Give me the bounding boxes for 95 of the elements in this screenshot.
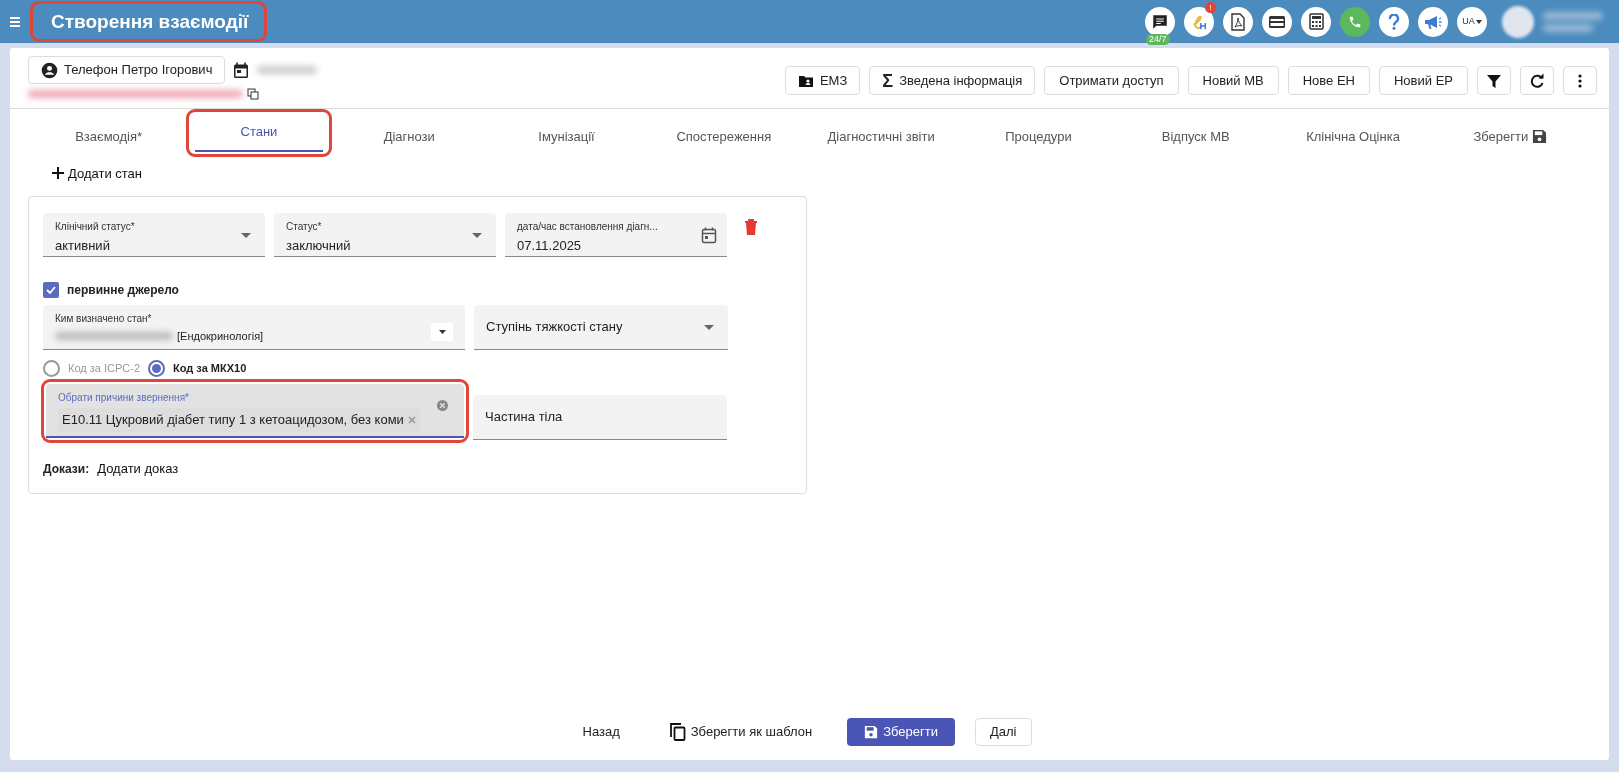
- pdf-button[interactable]: [1223, 6, 1253, 37]
- calculator-button[interactable]: [1301, 6, 1331, 37]
- field-label: Обрати причини звернення*: [58, 391, 190, 405]
- field-value: 07.11.2025: [517, 237, 583, 255]
- dropdown-button[interactable]: [431, 323, 453, 341]
- add-evidence-link[interactable]: Додати доказ: [97, 459, 179, 479]
- tab[interactable]: Взаємодія*: [44, 117, 173, 157]
- field-value: активний: [55, 237, 111, 255]
- clear-icon[interactable]: [437, 400, 448, 411]
- toolbar-button[interactable]: Нове ЕН: [1287, 66, 1370, 95]
- pdf-file-icon: [1230, 12, 1246, 31]
- calendar-icon: [233, 61, 250, 79]
- check-icon: [46, 286, 56, 294]
- add-condition-button[interactable]: Додати стан: [46, 162, 148, 184]
- refresh-button[interactable]: [1520, 66, 1554, 95]
- save-template-button[interactable]: Зберегти як шаблон: [654, 718, 828, 746]
- back-button[interactable]: Назад: [567, 718, 635, 746]
- next-button[interactable]: Далі: [975, 718, 1032, 746]
- tab[interactable]: Зберегти: [1446, 117, 1575, 157]
- filter-button[interactable]: [1477, 66, 1511, 95]
- avatar[interactable]: [1502, 5, 1534, 38]
- calendar-icon: [701, 226, 717, 244]
- checkbox-label: первинне джерело: [67, 282, 179, 299]
- field-label: Статус*: [286, 220, 323, 234]
- calculator-icon: [1308, 13, 1324, 30]
- save-icon: [1532, 129, 1548, 145]
- caret-icon: [438, 330, 446, 334]
- body-site-field[interactable]: Частина тіла: [473, 395, 727, 440]
- menu-icon[interactable]: [8, 14, 22, 29]
- person-icon: [41, 61, 58, 79]
- phone-icon: [1348, 14, 1362, 29]
- save-icon: [864, 725, 879, 739]
- tab[interactable]: Відпуск МВ: [1131, 117, 1260, 157]
- megaphone-icon: [1424, 13, 1442, 30]
- plus-icon: [52, 167, 64, 180]
- refresh-icon: [1529, 72, 1545, 89]
- help-icon: [1388, 13, 1400, 30]
- severity-select[interactable]: Ступінь тяжкості стану: [474, 305, 728, 350]
- copy-icon: [669, 723, 686, 741]
- caret-icon: [1475, 19, 1482, 24]
- redacted-text: [257, 66, 318, 74]
- chat-icon: [1151, 12, 1169, 31]
- field-label: Клінічний статус*: [55, 220, 136, 234]
- evidence-label: Докази:: [43, 460, 90, 478]
- patient-button[interactable]: Телефон Петро Ігорович: [28, 56, 226, 84]
- toolbar-button[interactable]: Новий МВ: [1187, 66, 1279, 95]
- radio-label: Код за ICPC-2: [68, 361, 141, 377]
- tab[interactable]: Імунізації: [502, 117, 631, 157]
- tab[interactable]: Діагностичні звіти: [817, 117, 946, 157]
- chat-button[interactable]: [1145, 6, 1175, 37]
- caret-icon: [241, 232, 251, 238]
- performer-select[interactable]: Ким визначено стан* [Ендокринологія]: [43, 305, 465, 350]
- field-placeholder: Ступінь тяжкості стану: [486, 318, 623, 337]
- redacted-text: [1543, 11, 1603, 20]
- field-placeholder: Частина тіла: [485, 408, 563, 427]
- field-label: дата/час встановлення діагн...: [517, 220, 659, 234]
- clinical-status-select[interactable]: Клінічний статус* активний: [43, 213, 265, 257]
- tab[interactable]: Стани: [194, 114, 323, 152]
- chat-badge: 24/7: [1146, 33, 1170, 45]
- tab[interactable]: Процедури: [974, 117, 1103, 157]
- checkbox[interactable]: [43, 282, 59, 298]
- date-field[interactable]: дата/час встановлення діагн... 07.11.2025: [505, 213, 727, 257]
- filter-icon: [1486, 72, 1502, 89]
- help-button[interactable]: [1379, 6, 1409, 37]
- caret-icon: [472, 232, 482, 238]
- announcements-button[interactable]: [1418, 6, 1448, 37]
- payment-button[interactable]: [1262, 6, 1292, 37]
- summary-button[interactable]: Σ Зведена інформація: [869, 66, 1036, 95]
- radio-button[interactable]: [148, 360, 166, 377]
- selected-chip: E10.11 Цукровий діабет типу 1 з кетоацидозом, без коми: [58, 408, 420, 432]
- tab[interactable]: Спостереження: [659, 117, 788, 157]
- redacted-text: [1543, 23, 1593, 32]
- tab[interactable]: Діагнози: [345, 117, 474, 157]
- alert-badge: !: [1205, 1, 1216, 13]
- field-label: Ким визначено стан*: [55, 312, 153, 326]
- ehealth-button[interactable]: [1184, 6, 1214, 37]
- reason-select[interactable]: Обрати причини звернення* E10.11 Цукровий діабет типу 1 з кетоацидозом, без коми: [46, 384, 464, 438]
- radio-button[interactable]: [43, 360, 60, 377]
- toolbar-button[interactable]: Отримати доступ: [1044, 66, 1179, 95]
- delete-icon[interactable]: [744, 219, 758, 235]
- caret-icon: [704, 325, 714, 330]
- copy-icon[interactable]: [247, 88, 259, 100]
- more-button[interactable]: [1563, 66, 1597, 95]
- field-value: [Ендокринологія]: [177, 329, 264, 344]
- field-value: заключний: [286, 237, 352, 255]
- call-button[interactable]: [1340, 6, 1370, 37]
- emz-button[interactable]: ЕМЗ: [784, 66, 861, 95]
- page-title: Створення взаємодії: [51, 9, 249, 34]
- radio-label: Код за МКХ10: [173, 361, 247, 377]
- language-button[interactable]: UA: [1457, 6, 1487, 37]
- card-icon: [1268, 14, 1286, 29]
- save-button[interactable]: Зберегти: [847, 718, 955, 746]
- status-select[interactable]: Статус* заключний: [274, 213, 496, 257]
- tab[interactable]: Клінічна Оцінка: [1289, 117, 1417, 157]
- toolbar-button[interactable]: Новий ЕР: [1379, 66, 1468, 95]
